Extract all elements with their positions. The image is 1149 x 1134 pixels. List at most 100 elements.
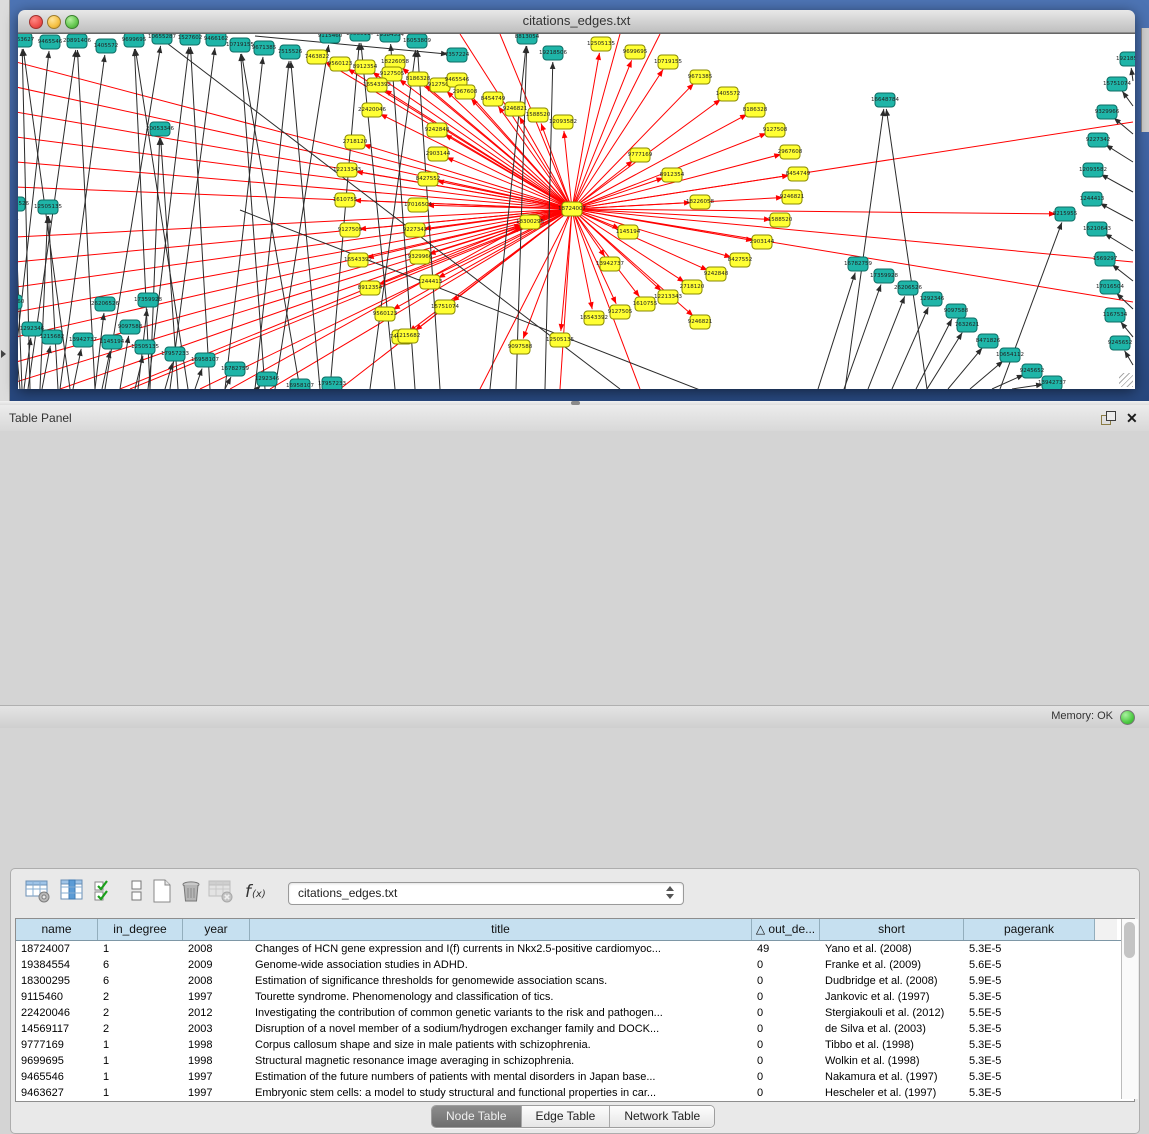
table-body[interactable]: 1872400712008Changes of HCN gene express… [16, 941, 1134, 1101]
network-desktop: citations_edges.txt 94636279465546208914… [0, 0, 1149, 401]
table-cell: Corpus callosum shape and size in male p… [250, 1037, 752, 1053]
delete-table-icon[interactable] [178, 878, 204, 904]
table-row[interactable]: 946554611997Estimation of the future num… [16, 1069, 1134, 1085]
row-height-icon[interactable] [124, 878, 150, 904]
column-header-name[interactable]: name [16, 919, 98, 940]
table-row[interactable]: 977716911998Corpus callosum shape and si… [16, 1037, 1134, 1053]
citation-edge [22, 49, 30, 389]
table-cell: 0 [752, 1021, 820, 1037]
citation-edge [291, 61, 320, 389]
graph-node-label: 1292346 [20, 326, 45, 332]
table-row[interactable]: 969969511998Structural magnetic resonanc… [16, 1053, 1134, 1069]
edge-arrow [1122, 91, 1128, 98]
node-table[interactable]: namein_degreeyeartitle△ out_de...shortpa… [15, 918, 1135, 1102]
table-cell: Yano et al. (2008) [820, 941, 964, 957]
graph-node-label: 9115460 [18, 299, 25, 305]
table-row[interactable]: 946362711997Embryonic stem cells: a mode… [16, 1085, 1134, 1101]
edge-arrow [588, 302, 593, 309]
graph-node-label: 12505135 [34, 204, 62, 210]
graph-node-label: 16958107 [286, 383, 314, 389]
table-cell: 2012 [183, 1005, 250, 1021]
table-settings-icon[interactable] [25, 878, 51, 904]
citation-edge [191, 47, 210, 389]
table-cell: Tibbo et al. (1998) [820, 1037, 964, 1053]
edge-arrow [77, 349, 82, 356]
table-cell: Nakamura et al. (1997) [820, 1069, 964, 1085]
citation-edge [572, 34, 660, 209]
table-cell [1095, 1085, 1117, 1101]
graph-node-label: 9097588 [944, 308, 969, 314]
graph-node-label: 19384554 [376, 34, 404, 38]
close-panel-icon[interactable]: ✕ [1126, 410, 1138, 426]
citation-edge [892, 307, 928, 389]
table-row[interactable]: 911546021997Tourette syndrome. Phenomeno… [16, 989, 1134, 1005]
table-cell: Franke et al. (2009) [820, 957, 964, 973]
table-cell: 9115460 [16, 989, 98, 1005]
graph-node-label: 12093582 [1079, 167, 1107, 173]
table-cell: 5.5E-5 [964, 1005, 1095, 1021]
table-row[interactable]: 1872400712008Changes of HCN gene express… [16, 941, 1134, 957]
new-table-icon[interactable] [149, 878, 175, 904]
graph-node-label: 9560123 [328, 61, 353, 67]
citation-edge [572, 209, 708, 270]
import-table-icon-disabled [208, 878, 234, 904]
graph-node-label: 8912354 [353, 64, 378, 70]
column-select-icon[interactable] [59, 878, 85, 904]
column-header-year[interactable]: year [183, 919, 250, 940]
edge-arrow [523, 331, 528, 339]
dropdown-selected-value: citations_edges.txt [298, 886, 397, 900]
network-canvas[interactable]: 9463627946554620891406140557296996951065… [18, 33, 1135, 389]
table-cell [1095, 1005, 1117, 1021]
float-panel-icon[interactable] [1101, 411, 1115, 425]
table-row[interactable]: 1456911722003Disruption of a novel membe… [16, 1021, 1134, 1037]
table-cell: 22420046 [16, 1005, 98, 1021]
graph-node-label: 9699695 [122, 37, 147, 43]
graph-node-label: 9127505 [608, 309, 633, 315]
graph-node-label: 7463822 [305, 54, 330, 60]
column-header-pagerank[interactable]: pagerank [964, 919, 1095, 940]
table-cell: Changes of HCN gene expression and I(f) … [250, 941, 752, 957]
scrollbar-thumb[interactable] [1124, 922, 1135, 958]
column-header-out_de...[interactable]: △ out_de... [752, 919, 820, 940]
table-source-dropdown[interactable]: citations_edges.txt [288, 882, 684, 905]
function-builder-icon[interactable]: f (x) [242, 878, 268, 904]
tab-edge-table[interactable]: Edge Table [522, 1106, 611, 1127]
table-cell: 1 [98, 1037, 183, 1053]
column-header-in_degree[interactable]: in_degree [98, 919, 183, 940]
window-titlebar[interactable]: citations_edges.txt [18, 10, 1135, 33]
graph-node-label: 10655287 [148, 34, 176, 40]
table-header-row[interactable]: namein_degreeyeartitle△ out_de...shortpa… [16, 919, 1134, 941]
tab-network-table[interactable]: Network Table [610, 1106, 714, 1127]
memory-ok-icon[interactable] [1120, 710, 1135, 725]
graph-node-label: 10654112 [996, 352, 1024, 358]
table-cell: Investigating the contribution of common… [250, 1005, 752, 1021]
column-header-title[interactable]: title [250, 919, 752, 940]
left-splitter-strip[interactable] [0, 0, 10, 401]
citation-edge [868, 296, 905, 389]
table-row[interactable]: 1938455462009Genome-wide association stu… [16, 957, 1134, 973]
select-rows-icon[interactable] [93, 878, 119, 904]
table-cell: 5.3E-5 [964, 1021, 1095, 1037]
column-header-short[interactable]: short [820, 919, 964, 940]
tab-node-table[interactable]: Node Table [432, 1106, 522, 1127]
resize-grip-icon[interactable] [1119, 373, 1133, 387]
table-cell: 6 [98, 957, 183, 973]
graph-node-label: 15751074 [1103, 81, 1131, 87]
table-scrollbar[interactable] [1121, 919, 1138, 1099]
graph-node-label: 8186328 [743, 107, 768, 113]
table-row[interactable]: 1830029562008Estimation of significance … [16, 973, 1134, 989]
citation-network-graph[interactable]: 9463627946554620891406140557296996951065… [18, 34, 1135, 389]
graph-node-label: 8454749 [481, 96, 506, 102]
table-cell: 9777169 [16, 1037, 98, 1053]
table-cell: Wolkin et al. (1998) [820, 1053, 964, 1069]
splitter-collapse-icon[interactable] [1, 350, 6, 358]
table-row[interactable]: 2242004622012Investigating the contribut… [16, 1005, 1134, 1021]
column-header-filler [1095, 919, 1117, 940]
graph-node-label: 9465546 [38, 39, 63, 45]
table-cell: 2009 [183, 957, 250, 973]
graph-node-label: 1569297 [1093, 256, 1118, 262]
table-cell: 0 [752, 989, 820, 1005]
graph-node-label: 7515526 [278, 49, 303, 55]
graph-node-label: 18226058 [381, 59, 409, 65]
table-cell: 5.9E-5 [964, 973, 1095, 989]
